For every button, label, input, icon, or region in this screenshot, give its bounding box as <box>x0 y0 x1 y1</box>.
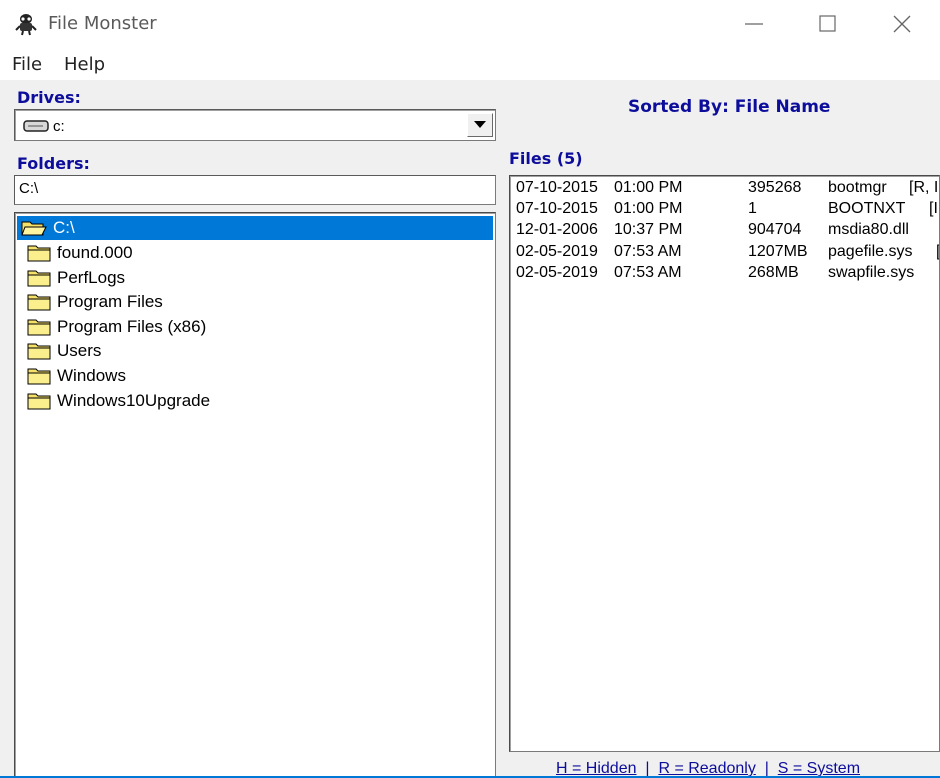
file-date: 02-05-2019 <box>516 243 598 260</box>
file-size: 904704 <box>748 221 802 238</box>
legend-separator: | <box>764 760 769 777</box>
sort-status: Sorted By: File Name <box>628 97 831 117</box>
monster-app-icon <box>15 14 37 36</box>
title-bar: File Monster <box>0 0 940 48</box>
maximize-icon <box>819 15 836 32</box>
menu-file[interactable]: File <box>12 54 42 75</box>
folder-path-field[interactable]: C:\ <box>14 175 496 205</box>
file-name: BOOTNXT <box>828 200 906 217</box>
file-time: 07:53 AM <box>614 243 682 260</box>
tree-item-label: Windows <box>57 366 126 385</box>
tree-item-label: Users <box>57 341 102 360</box>
drive-dropdown-button[interactable] <box>467 113 493 137</box>
folder-icon <box>27 319 51 336</box>
file-time: 01:00 PM <box>614 200 683 217</box>
folder-tree[interactable]: C:\ found.000 PerfLogs Program Files Pro… <box>14 212 496 778</box>
file-date: 02-05-2019 <box>516 264 598 281</box>
legend-hidden: H = Hidden <box>556 760 637 777</box>
file-date: 12-01-2006 <box>516 221 598 238</box>
file-name: msdia80.dll <box>828 221 909 238</box>
folders-label: Folders: <box>17 154 90 173</box>
folder-icon <box>27 294 51 311</box>
file-attributes: [ <box>936 243 939 261</box>
legend-system: S = System <box>777 760 861 777</box>
minimize-icon <box>745 23 763 25</box>
drive-select[interactable]: c: <box>14 109 496 141</box>
hard-drive-icon <box>23 120 49 132</box>
tree-item-label: C:\ <box>53 218 75 237</box>
file-name: pagefile.sys <box>828 243 913 260</box>
folder-icon <box>27 270 51 287</box>
files-label: Files (5) <box>509 149 583 168</box>
chevron-down-icon <box>474 121 486 128</box>
open-folder-icon <box>21 221 47 236</box>
file-size: 1 <box>748 200 757 217</box>
file-time: 07:53 AM <box>614 264 682 281</box>
file-name: swapfile.sys <box>828 264 915 281</box>
close-icon <box>893 15 911 33</box>
folder-icon <box>27 393 51 410</box>
menu-bar: File Help <box>0 48 940 80</box>
tree-item-label: Windows10Upgrade <box>57 391 211 410</box>
drive-value: c: <box>53 118 65 135</box>
file-date: 07-10-2015 <box>516 179 598 196</box>
file-name: bootmgr <box>828 179 887 196</box>
file-size: 395268 <box>748 179 802 196</box>
file-date: 07-10-2015 <box>516 200 598 217</box>
folder-icon <box>27 245 51 262</box>
folder-icon <box>27 343 51 360</box>
file-attributes: [R, I <box>909 179 939 196</box>
file-attributes: [I <box>929 200 938 217</box>
menu-help[interactable]: Help <box>64 54 105 75</box>
file-size: 1207MB <box>748 243 808 260</box>
file-size: 268MB <box>748 264 799 281</box>
legend-separator: | <box>645 760 650 777</box>
files-list[interactable]: 07-10-2015 01:00 PM 395268 bootmgr [R, I… <box>509 175 940 752</box>
maximize-button[interactable] <box>790 0 866 48</box>
file-time: 01:00 PM <box>614 179 683 196</box>
tree-item-label: found.000 <box>57 243 133 262</box>
folder-icon <box>27 368 51 385</box>
tree-item-root[interactable]: C:\ <box>17 216 493 240</box>
drives-label: Drives: <box>17 88 81 107</box>
window-title: File Monster <box>48 13 157 34</box>
tree-item-label: Program Files <box>57 292 163 311</box>
file-time: 10:37 PM <box>614 221 683 238</box>
close-button[interactable] <box>864 0 940 48</box>
tree-item-label: Program Files (x86) <box>57 317 207 336</box>
tree-item-label: PerfLogs <box>57 268 126 287</box>
minimize-button[interactable] <box>716 0 792 48</box>
legend-readonly: R = Readonly <box>658 760 756 777</box>
